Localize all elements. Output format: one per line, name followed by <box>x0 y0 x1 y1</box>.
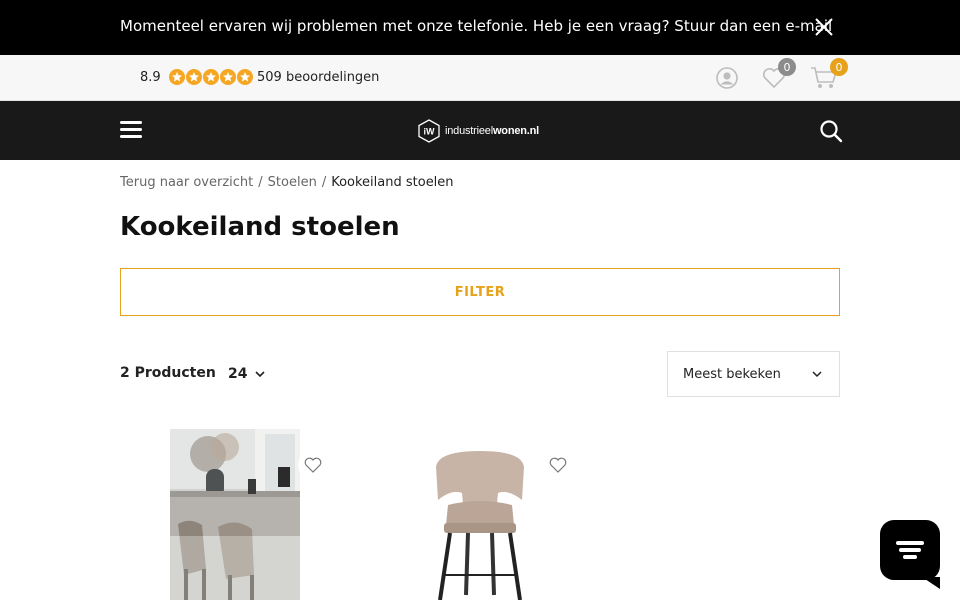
announcement-bar: Momenteel ervaren wij problemen met onze… <box>0 0 960 55</box>
heart-icon <box>304 457 322 473</box>
rating-bar: 8.9 509 beoordelingen <box>0 55 960 101</box>
account-icon[interactable] <box>716 67 738 89</box>
per-page-value: 24 <box>228 366 248 382</box>
logo-mark: iW <box>418 119 440 143</box>
rating-stars <box>169 69 253 85</box>
favorite-button[interactable] <box>543 450 573 480</box>
product-image-1[interactable] <box>170 429 300 600</box>
search-icon[interactable] <box>819 119 843 143</box>
star-icon <box>203 69 219 85</box>
site-logo[interactable]: iW industrieelwonen.nl <box>418 118 539 144</box>
review-count[interactable]: 509 beoordelingen <box>257 70 379 85</box>
page-title: Kookeiland stoelen <box>120 212 400 242</box>
star-icon <box>186 69 202 85</box>
breadcrumb: Terug naar overzicht / Stoelen / Kookeiland … <box>120 175 454 190</box>
sort-select[interactable]: Meest bekeken <box>667 351 840 397</box>
star-icon <box>220 69 236 85</box>
breadcrumb-parent-link[interactable]: Stoelen <box>268 175 317 190</box>
close-icon[interactable] <box>813 16 835 38</box>
wishlist-count-badge: 0 <box>778 58 796 76</box>
heart-icon <box>549 457 567 473</box>
breadcrumb-separator: / <box>258 175 263 190</box>
chat-icon <box>896 538 924 562</box>
sort-value: Meest bekeken <box>683 366 781 382</box>
star-icon <box>169 69 185 85</box>
breadcrumb-back-link[interactable]: Terug naar overzicht <box>120 175 253 190</box>
breadcrumb-current: Kookeiland stoelen <box>331 175 454 190</box>
chevron-down-icon <box>255 371 266 378</box>
menu-icon[interactable] <box>120 121 142 141</box>
rating-score: 8.9 <box>140 70 161 85</box>
breadcrumb-separator: / <box>321 175 327 190</box>
logo-text: industrieelwonen.nl <box>445 125 540 137</box>
svg-text:iW: iW <box>424 127 436 137</box>
favorite-button[interactable] <box>298 450 328 480</box>
product-count: 2 Producten <box>120 365 216 381</box>
cart-count-badge: 0 <box>830 58 848 76</box>
per-page-select[interactable]: 24 <box>228 366 266 382</box>
announcement-text: Momenteel ervaren wij problemen met onze… <box>120 17 833 35</box>
chat-button[interactable] <box>880 520 940 589</box>
star-icon <box>237 69 253 85</box>
filter-button[interactable]: FILTER <box>120 268 840 316</box>
chevron-down-icon <box>812 371 822 378</box>
product-image-2[interactable] <box>418 445 542 600</box>
main-header: iW industrieelwonen.nl <box>0 101 960 160</box>
